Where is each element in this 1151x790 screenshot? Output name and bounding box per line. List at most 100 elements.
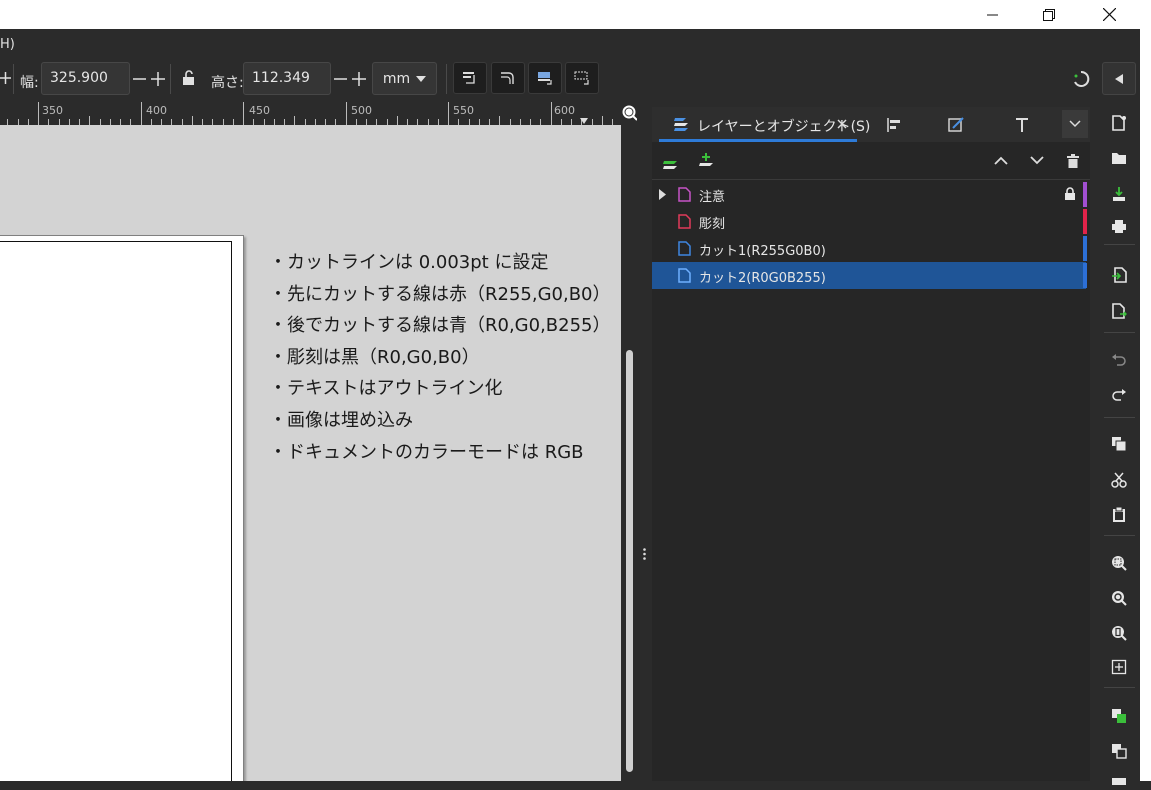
window-edge — [1140, 29, 1151, 781]
unit-dropdown[interactable]: mm — [372, 62, 437, 95]
layer-color-bar — [1083, 209, 1087, 234]
commands-bar — [1099, 102, 1140, 785]
redo-icon — [1112, 389, 1126, 401]
scale-corners-button[interactable] — [491, 62, 525, 94]
fill-stroke-icon — [948, 117, 964, 132]
save-icon — [1113, 187, 1125, 201]
zoom-drawing-button[interactable] — [1109, 588, 1129, 608]
export-button[interactable] — [1109, 301, 1129, 321]
caret-down-icon — [416, 75, 427, 82]
expand-arrow-icon[interactable] — [659, 189, 666, 200]
note-line-cutline: ・カットラインは 0.003pt に設定 — [269, 252, 549, 273]
move-up-icon[interactable] — [994, 156, 1008, 165]
print-button[interactable] — [1109, 216, 1129, 236]
cut-button[interactable] — [1109, 470, 1129, 490]
duplicate-button[interactable] — [1109, 706, 1129, 726]
tab-align[interactable] — [884, 115, 904, 135]
dock-splitter[interactable] — [637, 102, 652, 781]
ruler-label-450: 450 — [249, 104, 270, 117]
tabs-overflow-button[interactable] — [1062, 110, 1088, 138]
new-document-icon — [1112, 115, 1126, 131]
height-stepper[interactable] — [333, 69, 367, 89]
splitter-handle-icon — [643, 548, 646, 560]
restore-button[interactable] — [1026, 0, 1072, 29]
plus-icon[interactable] — [0, 71, 12, 85]
scissors-icon — [1111, 472, 1127, 488]
duplicate-icon — [1112, 709, 1126, 723]
ruler-label-400: 400 — [146, 104, 167, 117]
zoom-selection-button[interactable] — [1109, 553, 1129, 573]
zoom-correction-icon[interactable] — [622, 105, 638, 121]
divider — [170, 64, 171, 94]
width-input[interactable]: 325.900 — [41, 62, 130, 95]
layers-toolbar — [652, 143, 1090, 180]
layer-name: カット2(R0G0B255) — [699, 271, 826, 286]
layer-row-cut2[interactable]: カット2(R0G0B255) — [652, 262, 1087, 289]
divider — [1104, 244, 1135, 245]
vertical-scrollbar[interactable] — [621, 102, 637, 781]
layer-row-caution[interactable]: 注意 — [652, 181, 1087, 208]
zoom-drawing-icon — [1112, 591, 1127, 606]
undo-button[interactable] — [1109, 350, 1129, 370]
text-tool-icon — [1016, 118, 1028, 132]
layer-doc-icon — [678, 214, 691, 229]
notes-text-block[interactable]: ・カットラインは 0.003pt に設定 ・先にカットする線は赤（R255,G0… — [269, 249, 611, 470]
close-window-button[interactable] — [1086, 0, 1132, 29]
drawing-canvas[interactable]: ・カットラインは 0.003pt に設定 ・先にカットする線は赤（R255,G0… — [0, 125, 621, 781]
save-button[interactable] — [1109, 184, 1129, 204]
horizontal-ruler[interactable]: 350 400 450 500 550 600 — [0, 102, 621, 126]
close-tab-icon[interactable] — [837, 119, 847, 129]
move-gradients-icon — [538, 72, 552, 85]
tab-layers-objects[interactable]: レイヤーとオブジェクト(S) — [659, 107, 870, 142]
tab-fill-stroke[interactable] — [946, 115, 966, 135]
lock-icon[interactable] — [1064, 187, 1076, 201]
move-down-icon[interactable] — [1030, 156, 1044, 165]
layers-icon — [674, 118, 688, 131]
layer-name: 注意 — [699, 190, 726, 205]
snap-menu-button[interactable] — [1102, 62, 1136, 95]
scrollbar-thumb[interactable] — [626, 350, 633, 772]
ruler-position-marker-icon — [580, 118, 588, 124]
snap-toggle-icon[interactable] — [1072, 70, 1090, 88]
tab-text[interactable] — [1012, 115, 1032, 135]
center-page-icon — [1111, 659, 1127, 675]
layer-color-bar — [1083, 182, 1087, 207]
height-label: 高さ: — [211, 75, 244, 91]
add-layer-icon[interactable] — [698, 152, 714, 168]
layer-row-cut1[interactable]: カット1(R255G0B0) — [652, 235, 1087, 262]
new-document-button[interactable] — [1109, 113, 1129, 133]
move-gradients-button[interactable] — [528, 62, 562, 94]
layer-row-engrave[interactable]: 彫刻 — [652, 208, 1087, 235]
scale-stroke-button[interactable] — [453, 62, 487, 94]
zoom-center-page-button[interactable] — [1109, 657, 1129, 677]
minimize-button[interactable] — [970, 0, 1016, 29]
active-tab-indicator — [659, 139, 857, 142]
width-stepper[interactable] — [132, 69, 166, 89]
import-icon — [1112, 267, 1127, 283]
ruler-label-500: 500 — [351, 104, 372, 117]
window-titlebar — [0, 0, 1151, 29]
minus-plus-icon — [334, 72, 366, 86]
paste-button[interactable] — [1109, 505, 1129, 525]
chevron-down-icon — [1069, 120, 1081, 128]
move-patterns-button[interactable] — [565, 62, 599, 94]
menu-help-fragment[interactable]: H) — [0, 37, 15, 52]
trash-icon[interactable] — [1066, 154, 1080, 169]
layers-toggle-icon[interactable] — [662, 155, 678, 169]
more-commands-button[interactable] — [1109, 770, 1129, 790]
note-line-red-cut: ・先にカットする線は赤（R255,G0,B0） — [269, 283, 611, 305]
zoom-page-icon — [1112, 626, 1127, 641]
copy-button[interactable] — [1109, 434, 1129, 454]
layer-doc-icon — [678, 268, 691, 283]
import-button[interactable] — [1109, 265, 1129, 285]
divider — [446, 64, 447, 94]
note-line-embed-image: ・画像は埋め込み — [269, 409, 413, 431]
unlock-icon[interactable] — [182, 70, 196, 86]
redo-button[interactable] — [1109, 385, 1129, 405]
ruler-label-600: 600 — [554, 104, 575, 117]
clone-button[interactable] — [1109, 741, 1129, 761]
zoom-page-button[interactable] — [1109, 623, 1129, 643]
height-input[interactable]: 112.349 — [243, 62, 331, 95]
open-button[interactable] — [1109, 148, 1129, 168]
tool-controls-bar: 幅: 325.900 高さ: 112.349 mm — [0, 60, 1140, 102]
